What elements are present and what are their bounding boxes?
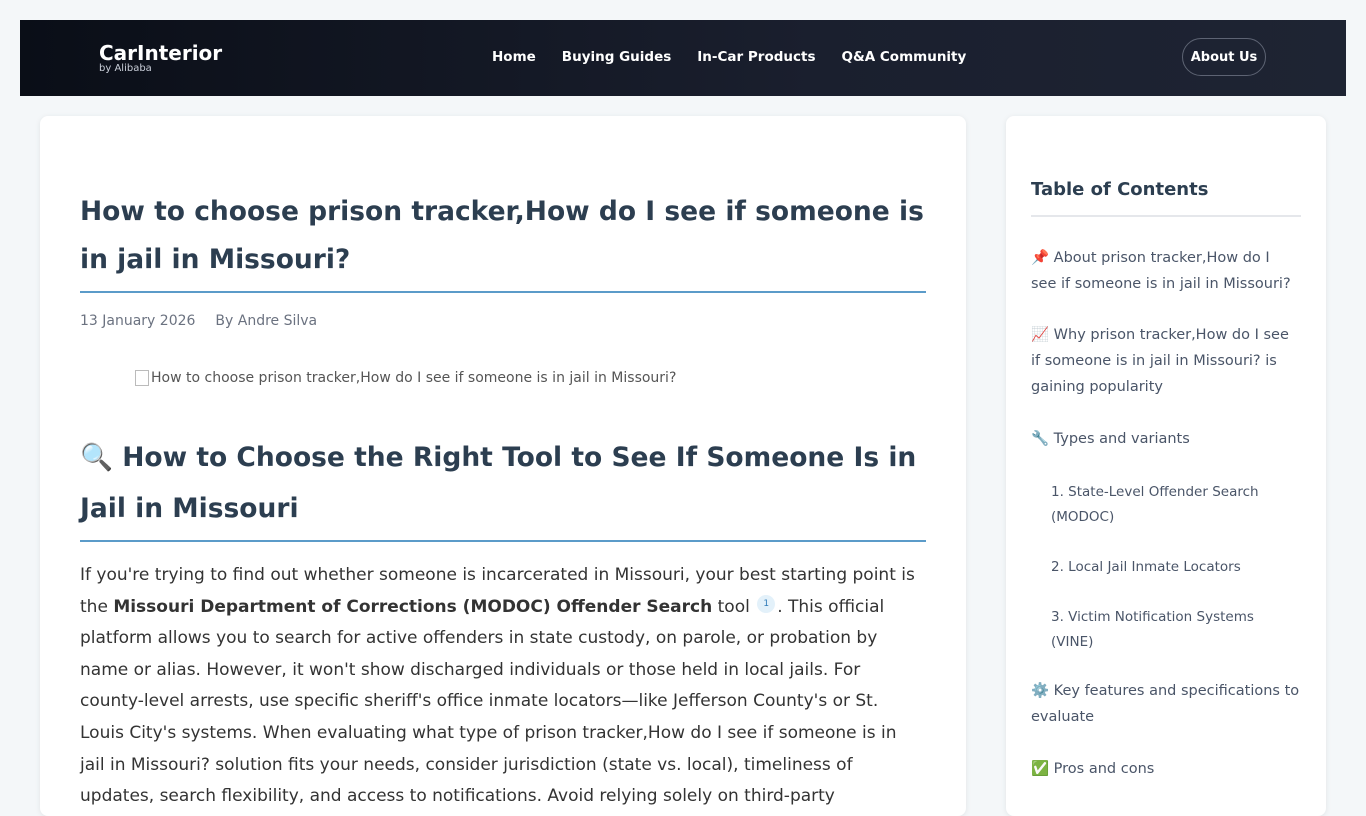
nav-qa-community[interactable]: Q&A Community (842, 48, 967, 66)
wrench-icon: 🔧 (1031, 431, 1050, 447)
article-date: 13 January 2026 (80, 313, 196, 329)
magnifier-icon: 🔍 (80, 442, 113, 473)
toc-subitem-local-jail[interactable]: 2. Local Jail Inmate Locators (1051, 555, 1291, 580)
citation-badge[interactable]: 1 (757, 594, 776, 613)
toc-item-pros-cons[interactable]: ✅ Pros and cons (1031, 756, 1301, 782)
article-paragraph: If you're trying to find out whether som… (80, 560, 926, 813)
article-card: How to choose prison tracker,How do I se… (40, 116, 966, 816)
toc-item-label: Why prison tracker,How do I see if someo… (1031, 327, 1289, 395)
nav-home[interactable]: Home (492, 48, 536, 66)
logo-name: CarInterior (99, 41, 223, 65)
gear-icon: ⚙️ (1031, 683, 1050, 699)
toc-item-types[interactable]: 🔧 Types and variants (1031, 426, 1291, 452)
toc-subitem-state-level[interactable]: 1. State-Level Offender Search (MODOC) (1051, 480, 1291, 529)
check-mark-icon: ✅ (1031, 761, 1050, 777)
main-nav: Home Buying Guides In-Car Products Q&A C… (492, 48, 966, 66)
nav-in-car-products[interactable]: In-Car Products (697, 48, 815, 66)
toc-item-label: Types and variants (1053, 431, 1190, 447)
modoc-link-text: Missouri Department of Corrections (MODO… (113, 596, 713, 617)
broken-image-icon (135, 370, 149, 386)
toc-item-features[interactable]: ⚙️ Key features and specifications to ev… (1031, 678, 1301, 730)
section-heading-text: How to Choose the Right Tool to See If S… (80, 442, 917, 524)
title-divider (80, 291, 926, 293)
toc-item-about[interactable]: 📌 About prison tracker,How do I see if s… (1031, 245, 1291, 297)
article-author: By Andre Silva (215, 313, 318, 329)
site-header: CarInterior by Alibaba Home Buying Guide… (20, 20, 1346, 96)
table-of-contents: Table of Contents 📌 About prison tracker… (1006, 116, 1326, 816)
pushpin-icon: 📌 (1031, 250, 1050, 266)
paragraph-text: tool (712, 596, 756, 617)
toc-divider (1031, 215, 1301, 217)
nav-buying-guides[interactable]: Buying Guides (562, 48, 671, 66)
toc-item-label: About prison tracker,How do I see if som… (1031, 250, 1291, 292)
article-title: How to choose prison tracker,How do I se… (80, 196, 924, 275)
paragraph-text: . This official platform allows you to s… (80, 596, 897, 807)
section-heading: 🔍 How to Choose the Right Tool to See If… (80, 432, 926, 534)
toc-title: Table of Contents (1031, 179, 1209, 200)
article-meta: 13 January 2026 By Andre Silva (80, 313, 317, 329)
toc-item-label: Pros and cons (1053, 761, 1155, 777)
chart-increasing-icon: 📈 (1031, 327, 1050, 343)
article-image-alt: How to choose prison tracker,How do I se… (151, 370, 677, 386)
toc-item-label: Key features and specifications to evalu… (1031, 683, 1300, 725)
toc-subitem-vine[interactable]: 3. Victim Notification Systems (VINE) (1051, 605, 1291, 654)
toc-item-popularity[interactable]: 📈 Why prison tracker,How do I see if som… (1031, 322, 1291, 400)
about-us-button[interactable]: About Us (1182, 38, 1266, 76)
section-divider (80, 540, 926, 542)
article-image: How to choose prison tracker,How do I se… (135, 370, 676, 386)
site-logo[interactable]: CarInterior by Alibaba (99, 41, 222, 75)
